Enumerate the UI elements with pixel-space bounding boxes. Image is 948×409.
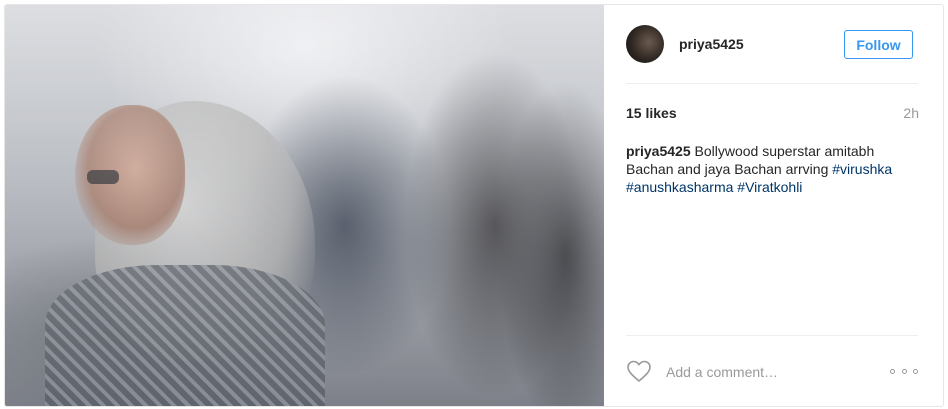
more-dot: [913, 368, 918, 374]
caption-username-link[interactable]: priya5425: [626, 143, 691, 159]
post-sidebar: priya5425 Follow 15 likes 2h priya5425 B…: [604, 5, 943, 406]
post-photo[interactable]: [5, 5, 604, 406]
more-dot: [901, 368, 907, 374]
more-dot: [890, 368, 895, 374]
hashtag-link[interactable]: #anushkasharma: [626, 179, 733, 195]
post-time[interactable]: 2h: [903, 105, 919, 121]
photo-haze-overlay: [5, 5, 604, 406]
post-header: priya5425 Follow: [604, 5, 943, 83]
footer-divider: [626, 335, 918, 336]
more-options-icon[interactable]: [890, 363, 918, 379]
post-caption: priya5425 Bollywood superstar amitabh Ba…: [626, 142, 918, 196]
avatar[interactable]: [626, 25, 664, 63]
instagram-post: priya5425 Follow 15 likes 2h priya5425 B…: [4, 4, 944, 407]
comment-input[interactable]: [666, 362, 876, 382]
username-link[interactable]: priya5425: [679, 36, 744, 52]
hashtag-link[interactable]: #virushka: [832, 161, 892, 177]
heart-icon[interactable]: [626, 359, 652, 383]
follow-button[interactable]: Follow: [844, 30, 913, 59]
header-divider: [626, 83, 918, 84]
likes-count[interactable]: 15 likes: [626, 105, 677, 121]
hashtag-link[interactable]: #Viratkohli: [737, 179, 802, 195]
